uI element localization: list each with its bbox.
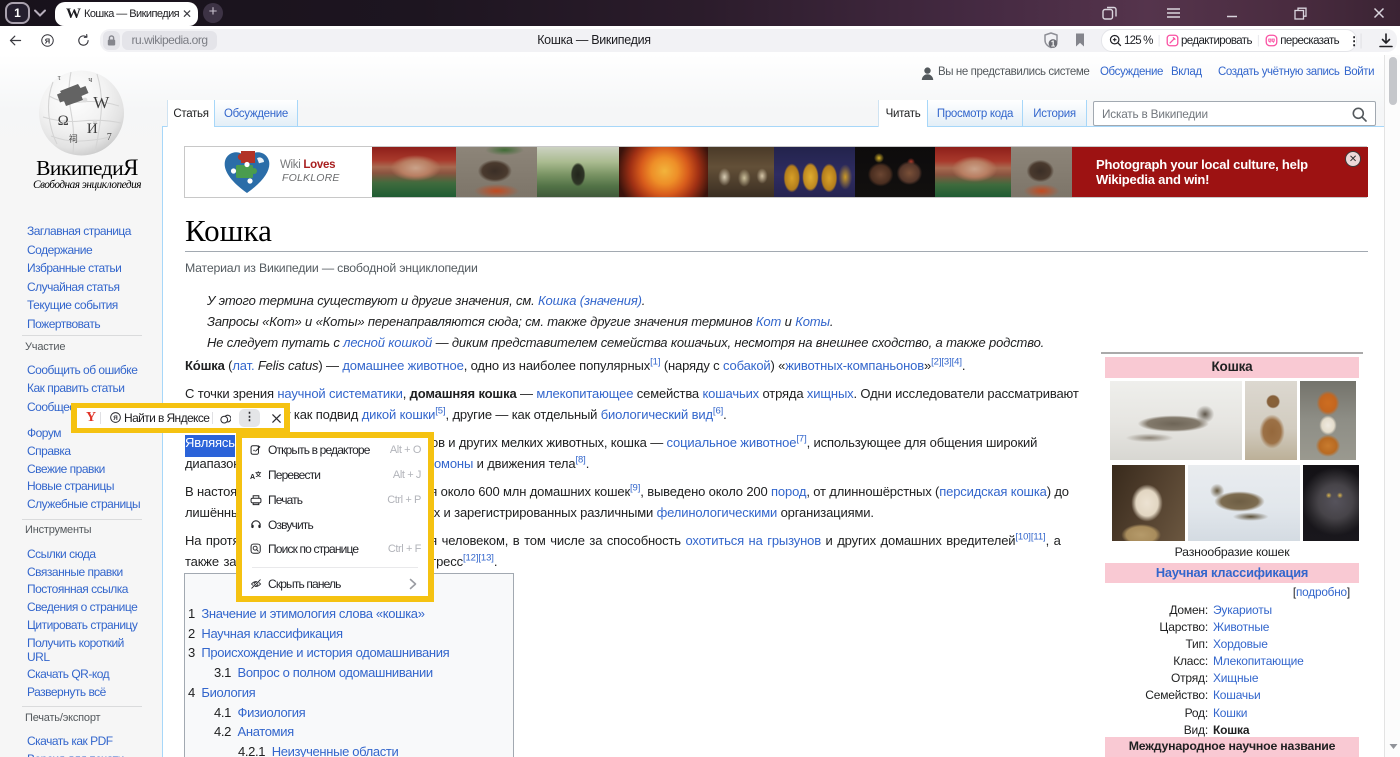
svg-text:Я: Я [45, 36, 50, 45]
svg-text:祠: 祠 [69, 133, 78, 144]
svg-text:W: W [93, 93, 110, 112]
svg-text:Я: Я [113, 415, 118, 422]
svg-text:И: И [87, 121, 98, 137]
svg-text:A: A [250, 474, 255, 481]
svg-text:Ω: Ω [58, 113, 69, 129]
svg-text:7: 7 [107, 132, 112, 143]
svg-text:ҹ: ҹ [88, 75, 92, 84]
svg-text:1: 1 [1051, 40, 1056, 49]
